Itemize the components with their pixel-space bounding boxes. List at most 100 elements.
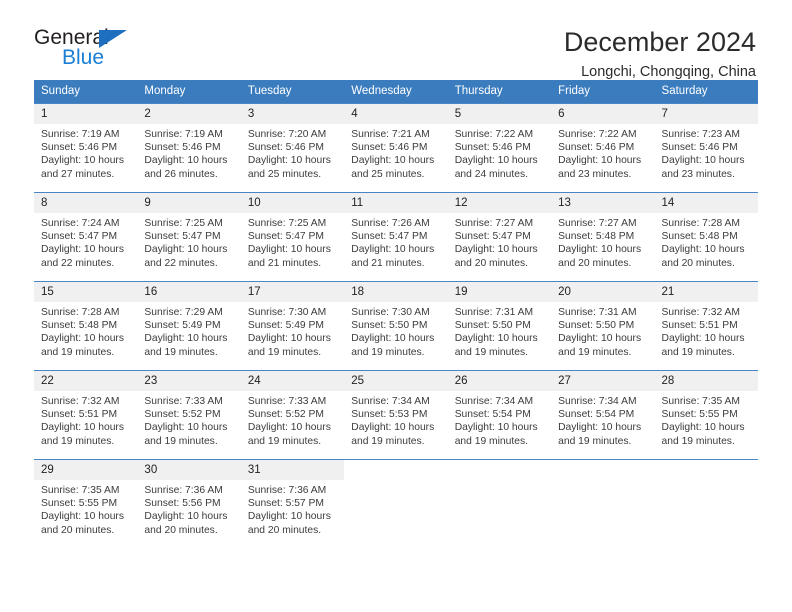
calendar-day-cell[interactable]: 10 Sunrise: 7:25 AM Sunset: 5:47 PM Dayl…	[240, 192, 345, 282]
calendar-header-row: Sunday Monday Tuesday Wednesday Thursday…	[34, 80, 758, 104]
calendar-day-cell[interactable]: 23 Sunrise: 7:33 AM Sunset: 5:52 PM Dayl…	[137, 370, 241, 460]
daylight-text-line2: and 19 minutes.	[351, 435, 425, 447]
sunrise-text: Sunrise: 7:33 AM	[247, 396, 327, 407]
sunset-text: Sunset: 5:46 PM	[454, 142, 531, 154]
calendar-day-cell[interactable]: 28 Sunrise: 7:35 AM Sunset: 5:55 PM Dayl…	[654, 370, 758, 460]
page-header: General Blue December 2024 Longchi, Chon…	[34, 0, 758, 80]
calendar-day-cell[interactable]: 26 Sunrise: 7:34 AM Sunset: 5:54 PM Dayl…	[447, 370, 552, 460]
calendar-day-cell[interactable]: 24 Sunrise: 7:33 AM Sunset: 5:52 PM Dayl…	[240, 370, 345, 460]
sunrise-text: Sunrise: 7:27 AM	[558, 218, 637, 229]
day-details: Sunrise: 7:35 AM Sunset: 5:55 PM Dayligh…	[655, 391, 758, 448]
sunset-text: Sunset: 5:47 PM	[41, 231, 118, 243]
day-number: 13	[551, 193, 655, 213]
sunset-text: Sunset: 5:55 PM	[661, 409, 738, 421]
sunset-text: Sunset: 5:46 PM	[41, 142, 118, 154]
calendar-day-cell[interactable]: 18 Sunrise: 7:30 AM Sunset: 5:50 PM Dayl…	[344, 281, 448, 371]
calendar-day-cell[interactable]: 8 Sunrise: 7:24 AM Sunset: 5:47 PM Dayli…	[34, 192, 138, 282]
sunset-text: Sunset: 5:46 PM	[351, 142, 428, 154]
sunset-text: Sunset: 5:47 PM	[351, 231, 428, 243]
sunrise-text: Sunrise: 7:20 AM	[247, 129, 327, 140]
daylight-text-line1: Daylight: 10 hours	[661, 422, 745, 434]
calendar-day-cell[interactable]: 4 Sunrise: 7:21 AM Sunset: 5:46 PM Dayli…	[344, 103, 448, 193]
calendar-body: 1 Sunrise: 7:19 AM Sunset: 5:46 PM Dayli…	[34, 103, 758, 548]
calendar-day-cell[interactable]: 20 Sunrise: 7:31 AM Sunset: 5:50 PM Dayl…	[551, 281, 655, 371]
calendar-day-cell[interactable]: 6 Sunrise: 7:22 AM Sunset: 5:46 PM Dayli…	[551, 103, 655, 193]
daylight-text-line2: and 24 minutes.	[454, 168, 528, 180]
calendar-day-cell[interactable]: 22 Sunrise: 7:32 AM Sunset: 5:51 PM Dayl…	[34, 370, 138, 460]
calendar-day-cell[interactable]: 9 Sunrise: 7:25 AM Sunset: 5:47 PM Dayli…	[137, 192, 241, 282]
calendar-day-cell[interactable]: 27 Sunrise: 7:34 AM Sunset: 5:54 PM Dayl…	[551, 370, 655, 460]
sunrise-text: Sunrise: 7:30 AM	[351, 307, 430, 318]
day-number: 4	[344, 104, 448, 124]
calendar-day-cell[interactable]: 29 Sunrise: 7:35 AM Sunset: 5:55 PM Dayl…	[34, 459, 138, 548]
calendar-day-cell[interactable]: 17 Sunrise: 7:30 AM Sunset: 5:49 PM Dayl…	[240, 281, 345, 371]
calendar-week-row: 8 Sunrise: 7:24 AM Sunset: 5:47 PM Dayli…	[34, 192, 758, 282]
sunset-text: Sunset: 5:52 PM	[144, 409, 221, 421]
daylight-text-line2: and 19 minutes.	[661, 346, 735, 358]
day-number: 15	[34, 282, 138, 302]
calendar-day-cell[interactable]: 25 Sunrise: 7:34 AM Sunset: 5:53 PM Dayl…	[344, 370, 448, 460]
sunset-text: Sunset: 5:47 PM	[247, 231, 324, 243]
day-number: 6	[551, 104, 655, 124]
calendar-day-cell[interactable]: 13 Sunrise: 7:27 AM Sunset: 5:48 PM Dayl…	[551, 192, 655, 282]
day-details: Sunrise: 7:34 AM Sunset: 5:53 PM Dayligh…	[344, 391, 447, 448]
calendar-day-cell[interactable]: 31 Sunrise: 7:36 AM Sunset: 5:57 PM Dayl…	[240, 459, 345, 548]
calendar-day-cell[interactable]: 5 Sunrise: 7:22 AM Sunset: 5:46 PM Dayli…	[447, 103, 552, 193]
sunrise-text: Sunrise: 7:21 AM	[351, 129, 430, 140]
sunset-text: Sunset: 5:49 PM	[247, 320, 324, 332]
daylight-text-line2: and 19 minutes.	[144, 346, 218, 358]
calendar-day-cell[interactable]: 19 Sunrise: 7:31 AM Sunset: 5:50 PM Dayl…	[447, 281, 552, 371]
calendar-day-cell[interactable]: 12 Sunrise: 7:27 AM Sunset: 5:47 PM Dayl…	[447, 192, 552, 282]
calendar-day-cell[interactable]: 30 Sunrise: 7:36 AM Sunset: 5:56 PM Dayl…	[137, 459, 241, 548]
day-details: Sunrise: 7:35 AM Sunset: 5:55 PM Dayligh…	[34, 480, 137, 537]
daylight-text-line1: Daylight: 10 hours	[558, 333, 642, 345]
daylight-text-line2: and 20 minutes.	[454, 257, 528, 269]
day-number: 31	[240, 460, 345, 480]
calendar-day-cell[interactable]: 2 Sunrise: 7:19 AM Sunset: 5:46 PM Dayli…	[137, 103, 241, 193]
sunrise-text: Sunrise: 7:24 AM	[41, 218, 120, 229]
daylight-text-line1: Daylight: 10 hours	[351, 244, 435, 256]
day-number: 27	[551, 371, 655, 391]
day-number: 14	[654, 193, 758, 213]
sunset-text: Sunset: 5:50 PM	[558, 320, 635, 332]
sunset-text: Sunset: 5:48 PM	[558, 231, 635, 243]
title-block: December 2024 Longchi, Chongqing, China	[564, 26, 758, 82]
calendar-day-cell[interactable]: 3 Sunrise: 7:20 AM Sunset: 5:46 PM Dayli…	[240, 103, 345, 193]
day-details: Sunrise: 7:24 AM Sunset: 5:47 PM Dayligh…	[34, 213, 137, 270]
day-details: Sunrise: 7:33 AM Sunset: 5:52 PM Dayligh…	[137, 391, 240, 448]
calendar-day-cell[interactable]: 11 Sunrise: 7:26 AM Sunset: 5:47 PM Dayl…	[344, 192, 448, 282]
daylight-text-line2: and 21 minutes.	[351, 257, 425, 269]
day-number: 25	[344, 371, 448, 391]
calendar-day-cell[interactable]: 15 Sunrise: 7:28 AM Sunset: 5:48 PM Dayl…	[34, 281, 138, 371]
day-details: Sunrise: 7:32 AM Sunset: 5:51 PM Dayligh…	[655, 302, 758, 359]
sunrise-text: Sunrise: 7:31 AM	[454, 307, 534, 318]
day-details: Sunrise: 7:22 AM Sunset: 5:46 PM Dayligh…	[551, 124, 654, 181]
calendar-day-cell[interactable]: 7 Sunrise: 7:23 AM Sunset: 5:46 PM Dayli…	[654, 103, 758, 193]
calendar-day-cell[interactable]: 1 Sunrise: 7:19 AM Sunset: 5:46 PM Dayli…	[34, 103, 138, 193]
day-number: 3	[240, 104, 345, 124]
daylight-text-line2: and 19 minutes.	[144, 435, 218, 447]
daylight-text-line1: Daylight: 10 hours	[558, 422, 642, 434]
calendar-day-cell[interactable]: 16 Sunrise: 7:29 AM Sunset: 5:49 PM Dayl…	[137, 281, 241, 371]
daylight-text-line1: Daylight: 10 hours	[144, 422, 228, 434]
page-title: December 2024	[563, 27, 756, 57]
weekday-header-sunday: Sunday	[34, 80, 138, 104]
calendar-day-cell[interactable]: 14 Sunrise: 7:28 AM Sunset: 5:48 PM Dayl…	[654, 192, 758, 282]
day-details: Sunrise: 7:32 AM Sunset: 5:51 PM Dayligh…	[34, 391, 137, 448]
day-details: Sunrise: 7:34 AM Sunset: 5:54 PM Dayligh…	[448, 391, 551, 448]
daylight-text-line2: and 20 minutes.	[558, 257, 632, 269]
day-details: Sunrise: 7:25 AM Sunset: 5:47 PM Dayligh…	[241, 213, 344, 270]
logo-text-blue: Blue	[62, 46, 105, 69]
sunset-text: Sunset: 5:49 PM	[144, 320, 221, 332]
day-details: Sunrise: 7:30 AM Sunset: 5:50 PM Dayligh…	[344, 302, 447, 359]
sunrise-text: Sunrise: 7:32 AM	[41, 396, 120, 407]
sunrise-text: Sunrise: 7:34 AM	[454, 396, 534, 407]
day-number	[344, 460, 447, 480]
general-blue-logo[interactable]: General Blue	[34, 26, 144, 72]
calendar-day-cell-empty	[654, 459, 758, 548]
sunset-text: Sunset: 5:46 PM	[661, 142, 738, 154]
calendar-day-cell[interactable]: 21 Sunrise: 7:32 AM Sunset: 5:51 PM Dayl…	[654, 281, 758, 371]
daylight-text-line1: Daylight: 10 hours	[144, 155, 228, 167]
sunrise-text: Sunrise: 7:28 AM	[41, 307, 120, 318]
daylight-text-line2: and 19 minutes.	[247, 435, 322, 447]
